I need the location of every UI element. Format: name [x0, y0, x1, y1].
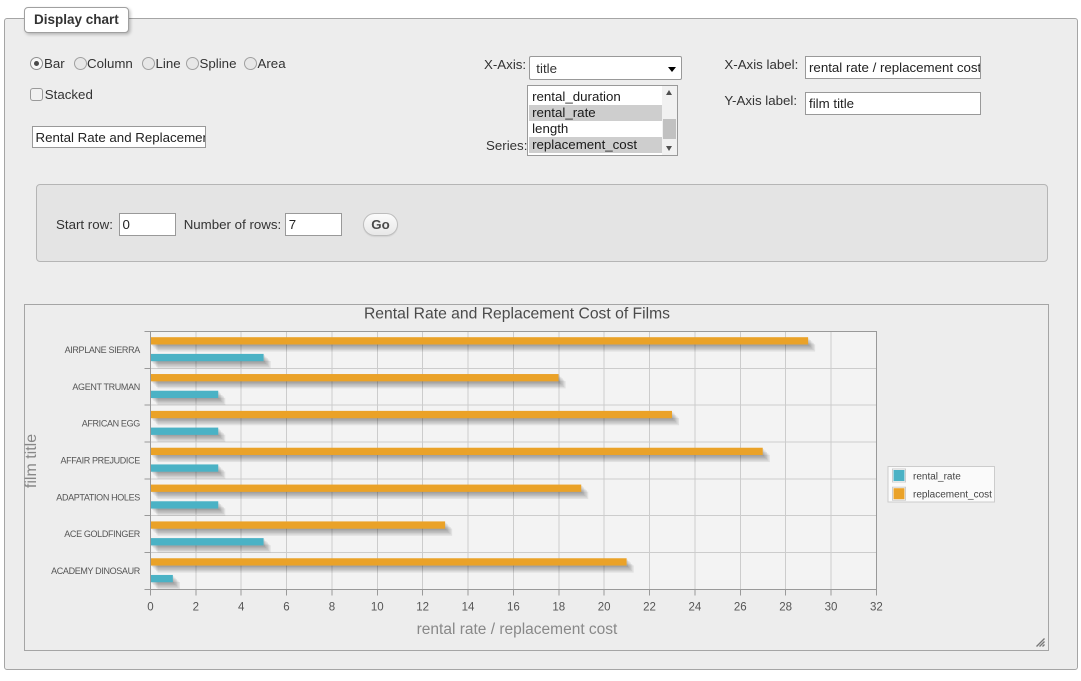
svg-text:0: 0 [147, 602, 153, 614]
svg-text:AFRICAN EGG: AFRICAN EGG [82, 419, 141, 429]
svg-text:replacement_cost: replacement_cost [913, 490, 992, 501]
svg-text:ACE GOLDFINGER: ACE GOLDFINGER [64, 529, 140, 539]
svg-text:rental_rate: rental_rate [913, 472, 961, 483]
svg-text:30: 30 [825, 602, 838, 614]
svg-text:AIRPLANE SIERRA: AIRPLANE SIERRA [65, 345, 141, 355]
svg-text:32: 32 [870, 602, 883, 614]
svg-text:ADAPTATION HOLES: ADAPTATION HOLES [56, 492, 140, 502]
svg-text:10: 10 [371, 602, 384, 614]
svg-text:8: 8 [329, 602, 335, 614]
svg-text:AFFAIR PREJUDICE: AFFAIR PREJUDICE [60, 455, 140, 465]
svg-text:film title: film title [24, 434, 40, 488]
svg-text:rental rate / replacement cost: rental rate / replacement cost [417, 621, 618, 638]
svg-text:16: 16 [507, 602, 520, 614]
svg-text:AGENT TRUMAN: AGENT TRUMAN [72, 382, 139, 392]
svg-text:18: 18 [552, 602, 565, 614]
svg-text:20: 20 [598, 602, 611, 614]
svg-text:24: 24 [689, 602, 702, 614]
svg-text:ACADEMY DINOSAUR: ACADEMY DINOSAUR [51, 566, 141, 576]
svg-text:22: 22 [643, 602, 656, 614]
svg-text:4: 4 [238, 602, 245, 614]
svg-text:28: 28 [779, 602, 792, 614]
svg-text:6: 6 [283, 602, 289, 614]
svg-text:14: 14 [462, 602, 475, 614]
svg-text:26: 26 [734, 602, 747, 614]
svg-text:2: 2 [193, 602, 199, 614]
svg-text:12: 12 [416, 602, 429, 614]
svg-text:Rental Rate and Replacement Co: Rental Rate and Replacement Cost of Film… [364, 306, 670, 323]
